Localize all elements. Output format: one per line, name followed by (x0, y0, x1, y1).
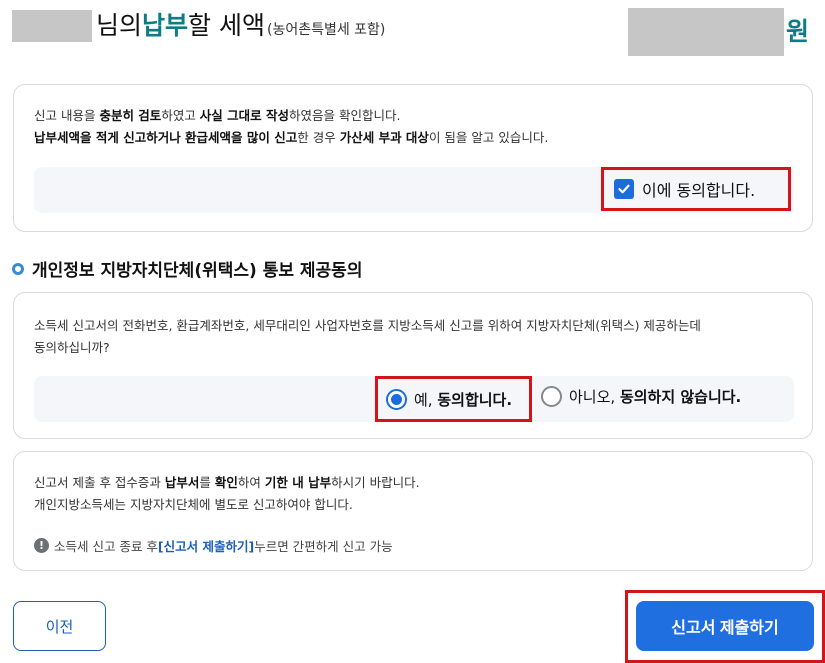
agree-checkbox-row[interactable]: 이에 동의합니다. (601, 167, 791, 211)
no-bold: 동의하지 않습니다. (619, 388, 742, 406)
text-segment: 하였음을 확인합니다. (289, 108, 401, 123)
consent-line-2: 동의하십니까? (34, 340, 110, 355)
text-segment-bold: 기한 내 납부 (264, 475, 332, 490)
bullet-ring-icon (12, 262, 24, 275)
consent-no-radio[interactable] (541, 386, 562, 407)
title-prefix: 님의 (96, 11, 143, 40)
confirm-line-1: 신고 내용을 충분히 검토하였고 사실 그대로 작성하였음을 확인합니다. (34, 105, 400, 124)
redacted-amount (628, 8, 784, 56)
text-segment-bold: 납부세액을 적게 신고하거나 환급세액을 많이 신고 (34, 130, 298, 145)
consent-section-title: 개인정보 지방자치단체(위택스) 통보 제공동의 (32, 261, 363, 281)
check-icon (618, 184, 630, 194)
notice-line-1: 신고서 제출 후 접수증과 납부서를 확인하여 기한 내 납부하시기 바랍니다. (34, 472, 420, 491)
consent-yes-radio[interactable] (386, 388, 407, 410)
notice-line-2: 개인지방소득세는 지방자치단체에 별도로 신고하여야 합니다. (34, 497, 353, 512)
agree-checkbox[interactable] (614, 179, 634, 199)
submit-button[interactable]: 신고서 제출하기 (636, 601, 814, 651)
notice-info: ! 소득세 신고 종료 후 [신고서 제출하기] 누르면 간편하게 신고 가능 (34, 536, 393, 555)
consent-no-label: 아니오, 동의하지 않습니다. (569, 386, 741, 407)
no-prefix: 아니오, (569, 388, 620, 406)
text-segment-bold: 가산세 부과 대상 (339, 130, 429, 145)
prev-button[interactable]: 이전 (13, 601, 106, 651)
info-link: [신고서 제출하기] (157, 539, 255, 554)
radio-dot-icon (391, 393, 402, 405)
text-segment-bold: 확인 (214, 475, 238, 490)
text-segment: 이 됨을 알고 있습니다. (428, 130, 549, 145)
currency-unit: 원 (786, 17, 810, 46)
text-segment: 하여 (237, 475, 265, 490)
agree-label: 이에 동의합니다. (642, 181, 756, 200)
text-segment-bold: 납부서 (164, 475, 200, 490)
yes-prefix: 예, (414, 390, 438, 409)
info-prefix: 소득세 신고 종료 후 (54, 539, 158, 554)
text-segment: 한 경우 (297, 130, 340, 145)
text-segment: 신고서 제출 후 접수증과 (34, 475, 165, 490)
text-segment-bold: 사실 그대로 작성 (199, 108, 290, 123)
confirm-line-2: 납부세액을 적게 신고하거나 환급세액을 많이 신고한 경우 가산세 부과 대상… (34, 127, 548, 146)
consent-no-option[interactable]: 아니오, 동의하지 않습니다. (541, 386, 741, 407)
text-segment-bold: 충분히 검토 (99, 108, 162, 123)
title-note: (농어촌특별세 포함) (266, 22, 386, 38)
text-segment: 하시기 바랍니다. (331, 475, 420, 490)
consent-line-1: 소득세 신고서의 전화번호, 환급계좌번호, 세무대리인 사업자번호를 지방소득… (34, 318, 701, 333)
page-title: 님의 납부 할 세액 (농어촌특별세 포함) (96, 6, 385, 46)
consent-yes-option[interactable]: 예, 동의합니다. (375, 376, 532, 422)
text-segment: 하였고 (161, 108, 200, 123)
consent-yes-label: 예, 동의합니다. (414, 389, 512, 410)
title-accent: 납부 (142, 11, 189, 40)
text-segment: 신고 내용을 (34, 108, 100, 123)
text-segment: 를 (199, 475, 215, 490)
exclamation-circle-icon: ! (34, 538, 49, 553)
title-suffix: 할 세액 (188, 11, 265, 40)
redacted-name (12, 10, 92, 42)
consent-section-heading: 개인정보 지방자치단체(위택스) 통보 제공동의 (12, 256, 362, 281)
yes-bold: 동의합니다. (437, 390, 513, 409)
info-suffix: 누르면 간편하게 신고 가능 (254, 539, 393, 554)
notice-card: 신고서 제출 후 접수증과 납부서를 확인하여 기한 내 납부하시기 바랍니다.… (13, 451, 813, 571)
